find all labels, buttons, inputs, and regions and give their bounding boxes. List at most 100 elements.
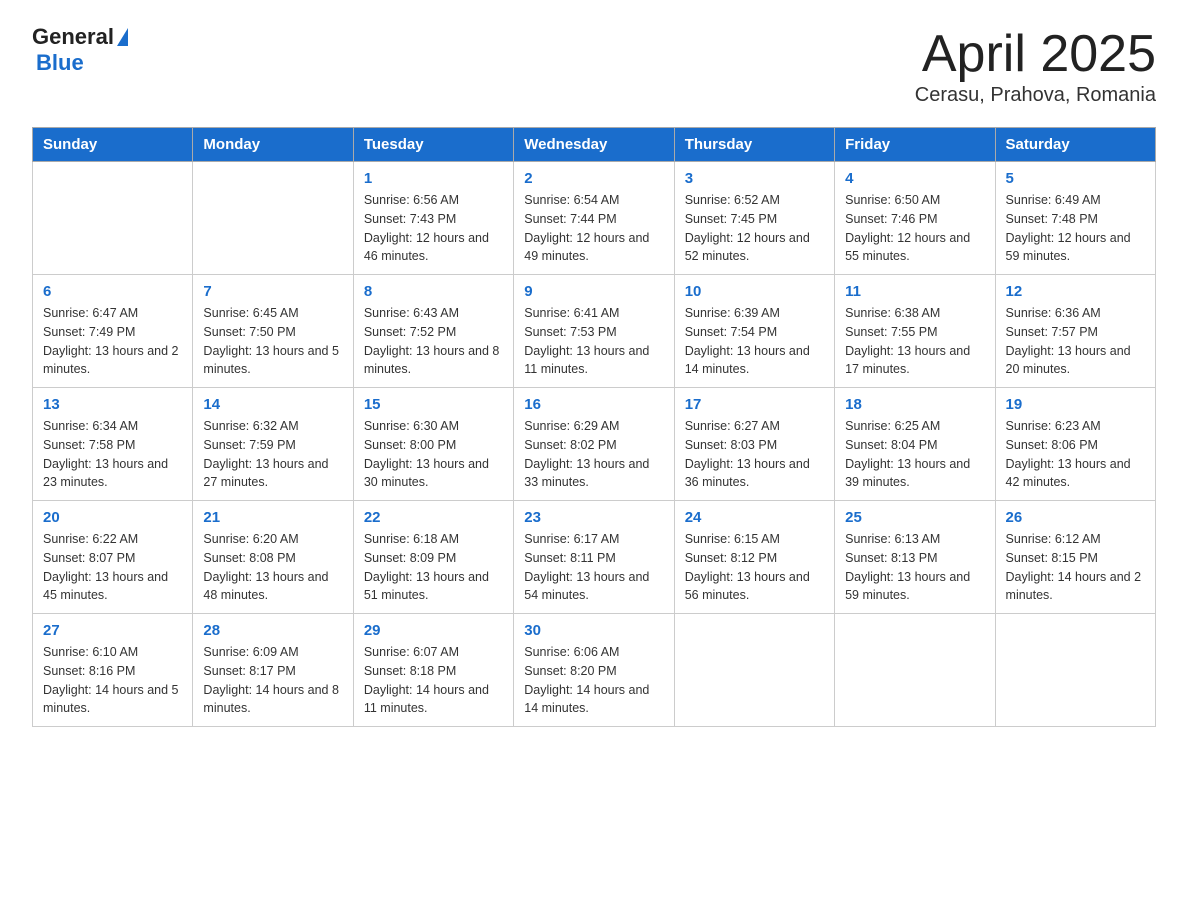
calendar-title: April 2025 — [915, 24, 1156, 84]
calendar-day-cell: 4Sunrise: 6:50 AM Sunset: 7:46 PM Daylig… — [835, 162, 995, 275]
calendar-day-cell: 6 Sunrise: 6:47 AM Sunset: 7:49 PM Daylig… — [33, 275, 193, 388]
calendar-header: SundayMondayTuesdayWednesdayThursdayFrid… — [33, 128, 1156, 162]
day-number: 30 — [524, 622, 663, 639]
day-info: Sunrise: 6:30 AM Sunset: 8:00 PM Dayligh… — [364, 417, 503, 492]
calendar-day-cell: 18 Sunrise: 6:25 AM Sunset: 8:04 PM Dayli… — [835, 388, 995, 501]
day-info: Sunrise: 6:54 AM Sunset: 7:44 PM Dayligh… — [524, 191, 663, 266]
calendar-day-cell: 27Sunrise: 6:10 AM Sunset: 8:16 PM Dayli… — [33, 614, 193, 727]
day-number: 20 — [43, 509, 182, 526]
day-number: 6 — [43, 283, 182, 300]
calendar-day-cell: 13 Sunrise: 6:34 AM Sunset: 7:58 PM Dayli… — [33, 388, 193, 501]
calendar-day-cell: 15 Sunrise: 6:30 AM Sunset: 8:00 PM Dayli… — [353, 388, 513, 501]
calendar-day-cell: 17 Sunrise: 6:27 AM Sunset: 8:03 PM Dayli… — [674, 388, 834, 501]
calendar-day-cell: 9Sunrise: 6:41 AM Sunset: 7:53 PM Daylig… — [514, 275, 674, 388]
calendar-day-cell: 26Sunrise: 6:12 AM Sunset: 8:15 PM Dayli… — [995, 501, 1155, 614]
day-info: Sunrise: 6:27 AM Sunset: 8:03 PM Dayligh… — [685, 417, 824, 492]
day-number: 18 — [845, 396, 984, 413]
day-info: Sunrise: 6:43 AM Sunset: 7:52 PM Dayligh… — [364, 304, 503, 379]
day-of-week-header: Friday — [835, 128, 995, 162]
day-number: 13 — [43, 396, 182, 413]
day-info: Sunrise: 6:17 AM Sunset: 8:11 PM Dayligh… — [524, 530, 663, 605]
day-of-week-header: Saturday — [995, 128, 1155, 162]
day-number: 26 — [1006, 509, 1145, 526]
calendar-day-cell — [33, 162, 193, 275]
day-info: Sunrise: 6:34 AM Sunset: 7:58 PM Dayligh… — [43, 417, 182, 492]
day-of-week-header: Thursday — [674, 128, 834, 162]
day-info: Sunrise: 6:29 AM Sunset: 8:02 PM Dayligh… — [524, 417, 663, 492]
day-number: 21 — [203, 509, 342, 526]
day-number: 15 — [364, 396, 503, 413]
calendar-day-cell: 23Sunrise: 6:17 AM Sunset: 8:11 PM Dayli… — [514, 501, 674, 614]
day-number: 14 — [203, 396, 342, 413]
day-info: Sunrise: 6:20 AM Sunset: 8:08 PM Dayligh… — [203, 530, 342, 605]
header-row: SundayMondayTuesdayWednesdayThursdayFrid… — [33, 128, 1156, 162]
day-of-week-header: Wednesday — [514, 128, 674, 162]
day-info: Sunrise: 6:06 AM Sunset: 8:20 PM Dayligh… — [524, 643, 663, 718]
calendar-day-cell: 24 Sunrise: 6:15 AM Sunset: 8:12 PM Dayli… — [674, 501, 834, 614]
day-info: Sunrise: 6:45 AM Sunset: 7:50 PM Dayligh… — [203, 304, 342, 379]
calendar-day-cell: 3 Sunrise: 6:52 AM Sunset: 7:45 PM Daylig… — [674, 162, 834, 275]
calendar-day-cell: 16 Sunrise: 6:29 AM Sunset: 8:02 PM Dayli… — [514, 388, 674, 501]
day-number: 27 — [43, 622, 182, 639]
calendar-day-cell: 29 Sunrise: 6:07 AM Sunset: 8:18 PM Dayli… — [353, 614, 513, 727]
calendar-table: SundayMondayTuesdayWednesdayThursdayFrid… — [32, 127, 1156, 727]
day-number: 11 — [845, 283, 984, 300]
logo: General Blue — [32, 24, 128, 76]
day-number: 16 — [524, 396, 663, 413]
calendar-day-cell: 21 Sunrise: 6:20 AM Sunset: 8:08 PM Dayli… — [193, 501, 353, 614]
calendar-day-cell: 11 Sunrise: 6:38 AM Sunset: 7:55 PM Dayli… — [835, 275, 995, 388]
page-header: General Blue April 2025 Cerasu, Prahova,… — [32, 24, 1156, 107]
calendar-day-cell — [674, 614, 834, 727]
day-info: Sunrise: 6:47 AM Sunset: 7:49 PM Dayligh… — [43, 304, 182, 379]
calendar-day-cell: 8 Sunrise: 6:43 AM Sunset: 7:52 PM Daylig… — [353, 275, 513, 388]
day-number: 1 — [364, 170, 503, 187]
day-number: 12 — [1006, 283, 1145, 300]
day-number: 10 — [685, 283, 824, 300]
calendar-day-cell: 30 Sunrise: 6:06 AM Sunset: 8:20 PM Dayli… — [514, 614, 674, 727]
calendar-week-row: 1 Sunrise: 6:56 AM Sunset: 7:43 PM Daylig… — [33, 162, 1156, 275]
day-number: 4 — [845, 170, 984, 187]
day-number: 24 — [685, 509, 824, 526]
day-info: Sunrise: 6:18 AM Sunset: 8:09 PM Dayligh… — [364, 530, 503, 605]
calendar-subtitle: Cerasu, Prahova, Romania — [915, 84, 1156, 107]
day-info: Sunrise: 6:15 AM Sunset: 8:12 PM Dayligh… — [685, 530, 824, 605]
day-number: 3 — [685, 170, 824, 187]
calendar-day-cell: 14 Sunrise: 6:32 AM Sunset: 7:59 PM Dayli… — [193, 388, 353, 501]
day-info: Sunrise: 6:39 AM Sunset: 7:54 PM Dayligh… — [685, 304, 824, 379]
day-info: Sunrise: 6:23 AM Sunset: 8:06 PM Dayligh… — [1006, 417, 1145, 492]
day-number: 29 — [364, 622, 503, 639]
calendar-day-cell: 2 Sunrise: 6:54 AM Sunset: 7:44 PM Daylig… — [514, 162, 674, 275]
day-info: Sunrise: 6:52 AM Sunset: 7:45 PM Dayligh… — [685, 191, 824, 266]
day-info: Sunrise: 6:07 AM Sunset: 8:18 PM Dayligh… — [364, 643, 503, 718]
day-number: 25 — [845, 509, 984, 526]
calendar-week-row: 13 Sunrise: 6:34 AM Sunset: 7:58 PM Dayli… — [33, 388, 1156, 501]
day-info: Sunrise: 6:22 AM Sunset: 8:07 PM Dayligh… — [43, 530, 182, 605]
calendar-day-cell — [193, 162, 353, 275]
day-number: 8 — [364, 283, 503, 300]
title-section: April 2025 Cerasu, Prahova, Romania — [915, 24, 1156, 107]
day-number: 19 — [1006, 396, 1145, 413]
calendar-day-cell — [835, 614, 995, 727]
day-info: Sunrise: 6:56 AM Sunset: 7:43 PM Dayligh… — [364, 191, 503, 266]
day-info: Sunrise: 6:25 AM Sunset: 8:04 PM Dayligh… — [845, 417, 984, 492]
day-info: Sunrise: 6:36 AM Sunset: 7:57 PM Dayligh… — [1006, 304, 1145, 379]
calendar-week-row: 20 Sunrise: 6:22 AM Sunset: 8:07 PM Dayli… — [33, 501, 1156, 614]
calendar-day-cell: 20 Sunrise: 6:22 AM Sunset: 8:07 PM Dayli… — [33, 501, 193, 614]
calendar-day-cell: 10 Sunrise: 6:39 AM Sunset: 7:54 PM Dayli… — [674, 275, 834, 388]
calendar-day-cell: 5Sunrise: 6:49 AM Sunset: 7:48 PM Daylig… — [995, 162, 1155, 275]
day-of-week-header: Sunday — [33, 128, 193, 162]
logo-blue-text: Blue — [36, 50, 84, 76]
calendar-day-cell: 22Sunrise: 6:18 AM Sunset: 8:09 PM Dayli… — [353, 501, 513, 614]
day-info: Sunrise: 6:49 AM Sunset: 7:48 PM Dayligh… — [1006, 191, 1145, 266]
day-number: 2 — [524, 170, 663, 187]
calendar-day-cell — [995, 614, 1155, 727]
calendar-day-cell: 19 Sunrise: 6:23 AM Sunset: 8:06 PM Dayli… — [995, 388, 1155, 501]
day-number: 17 — [685, 396, 824, 413]
day-info: Sunrise: 6:41 AM Sunset: 7:53 PM Dayligh… — [524, 304, 663, 379]
day-info: Sunrise: 6:13 AM Sunset: 8:13 PM Dayligh… — [845, 530, 984, 605]
calendar-day-cell: 1 Sunrise: 6:56 AM Sunset: 7:43 PM Daylig… — [353, 162, 513, 275]
calendar-week-row: 6 Sunrise: 6:47 AM Sunset: 7:49 PM Daylig… — [33, 275, 1156, 388]
day-of-week-header: Monday — [193, 128, 353, 162]
day-info: Sunrise: 6:38 AM Sunset: 7:55 PM Dayligh… — [845, 304, 984, 379]
day-info: Sunrise: 6:32 AM Sunset: 7:59 PM Dayligh… — [203, 417, 342, 492]
